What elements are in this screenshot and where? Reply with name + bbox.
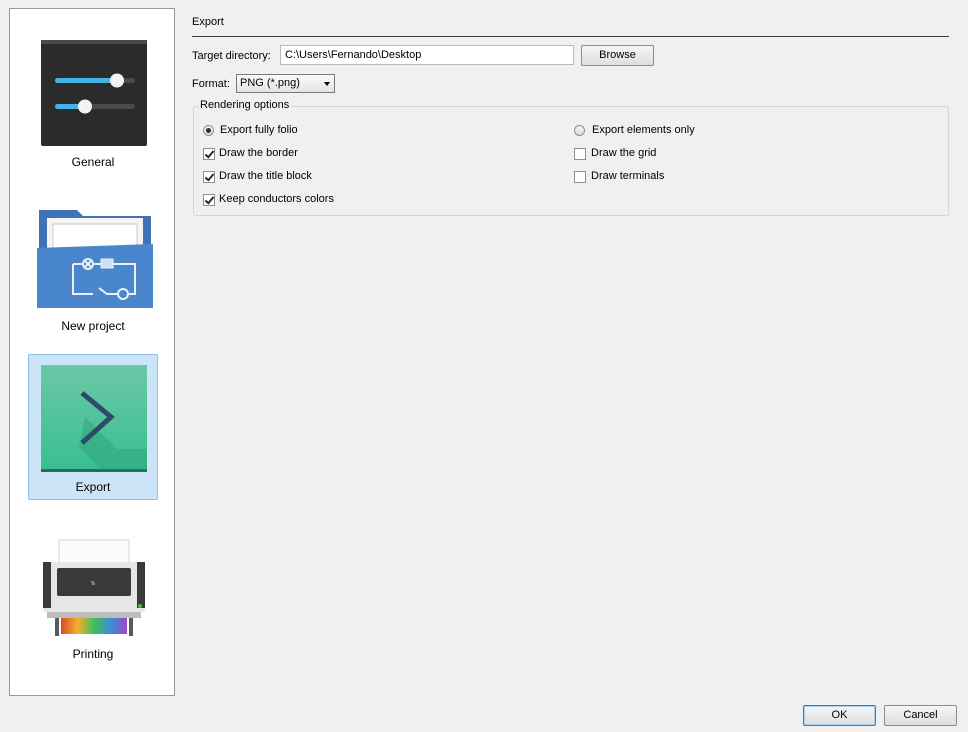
rendering-options-title: Rendering options: [198, 99, 292, 111]
sidebar-item-general[interactable]: General: [28, 29, 158, 175]
format-select[interactable]: PNG (*.png): [236, 74, 335, 93]
browse-button[interactable]: Browse: [581, 45, 654, 66]
draw-title-block-label: Draw the title block: [219, 170, 312, 182]
keep-conductors-colors-checkbox[interactable]: [203, 194, 215, 206]
section-title: Export: [192, 16, 224, 28]
draw-terminals-checkbox[interactable]: [574, 171, 586, 183]
draw-border-checkbox[interactable]: [203, 148, 215, 160]
folder-circuit-icon: [37, 204, 153, 312]
target-directory-input[interactable]: [280, 45, 574, 65]
chevron-down-icon: [324, 82, 330, 86]
section-divider: [192, 36, 949, 37]
draw-terminals-label: Draw terminals: [591, 170, 665, 182]
sidebar-item-new-project[interactable]: New project: [28, 193, 158, 339]
export-fully-folio-label: Export fully folio: [220, 124, 298, 136]
sidebar-item-export[interactable]: Export: [28, 354, 158, 500]
cancel-button[interactable]: Cancel: [884, 705, 957, 726]
sidebar-item-label: New project: [61, 319, 125, 333]
format-label: Format:: [192, 78, 230, 90]
format-select-value: PNG (*.png): [240, 77, 300, 89]
export-elements-only-label: Export elements only: [592, 124, 695, 136]
keep-conductors-colors-label: Keep conductors colors: [219, 193, 334, 205]
sidebar-item-label: General: [71, 155, 115, 169]
printer-icon: [41, 532, 147, 640]
draw-grid-label: Draw the grid: [591, 147, 657, 159]
sidebar-item-label: Printing: [72, 647, 114, 661]
target-directory-label: Target directory:: [192, 50, 271, 62]
export-fully-folio-radio[interactable]: [203, 125, 214, 136]
settings-category-list: General New project Export Printing: [9, 8, 175, 696]
sidebar-item-label: Export: [75, 480, 111, 494]
draw-title-block-checkbox[interactable]: [203, 171, 215, 183]
ok-button[interactable]: OK: [803, 705, 876, 726]
draw-border-label: Draw the border: [219, 147, 298, 159]
sliders-icon: [41, 40, 147, 148]
export-arrow-icon: [41, 365, 147, 473]
sidebar-item-printing[interactable]: Printing: [28, 521, 158, 667]
export-elements-only-radio[interactable]: [574, 125, 585, 136]
draw-grid-checkbox[interactable]: [574, 148, 586, 160]
